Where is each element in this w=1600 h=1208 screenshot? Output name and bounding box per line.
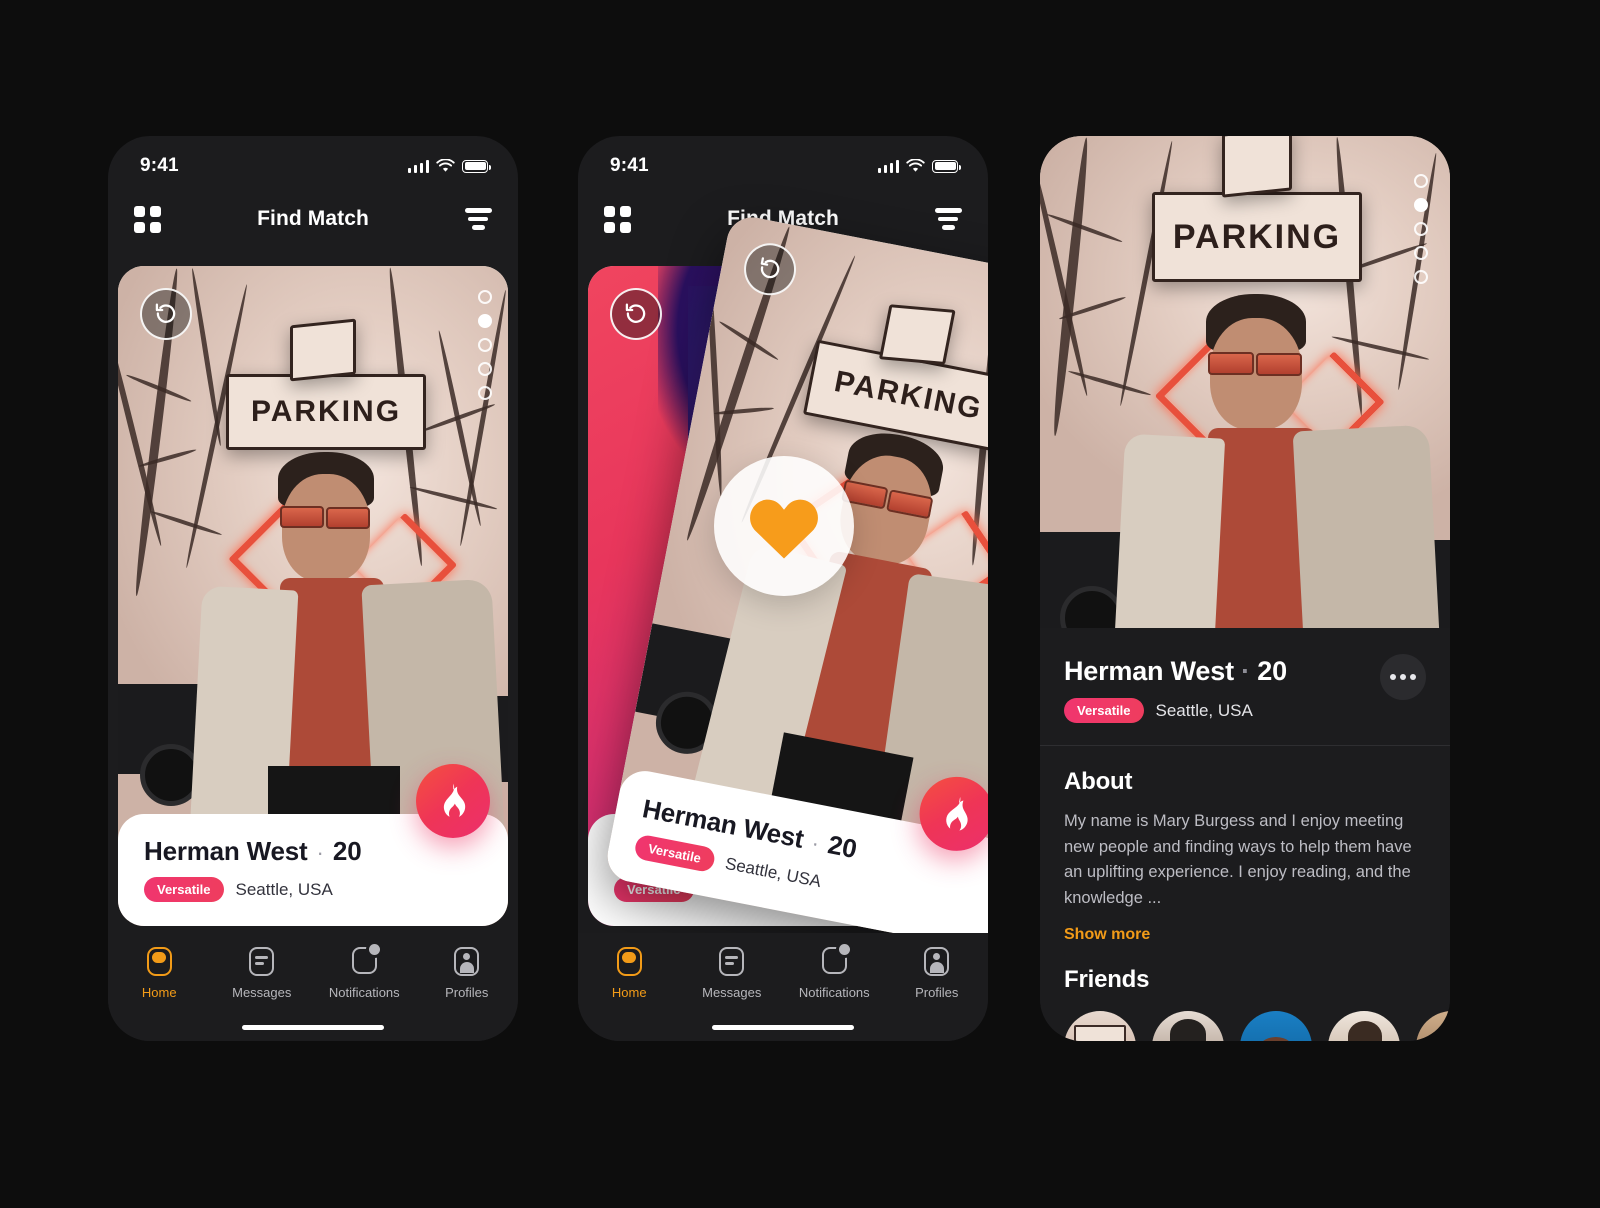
card-name-separator: · <box>316 840 324 865</box>
profile-meta-row: Versatile Seattle, USA <box>1064 698 1426 723</box>
like-flame-button[interactable] <box>416 764 490 838</box>
photo-page-dots[interactable] <box>478 290 492 400</box>
avatar[interactable] <box>1416 1011 1450 1041</box>
friends-title: Friends <box>1064 966 1150 994</box>
bottom-tab-bar: Home Messages Notifications Profiles <box>578 933 988 1041</box>
card-profile-name: Herman West <box>144 836 308 866</box>
home-icon <box>616 947 642 976</box>
tab-messages-label: Messages <box>232 985 292 1000</box>
notifications-icon <box>351 944 380 974</box>
status-badge: Versatile <box>1064 698 1144 723</box>
filter-icon[interactable] <box>464 208 492 230</box>
card-name-separator-dragged: · <box>809 830 822 856</box>
home-icon <box>146 947 172 976</box>
tab-messages[interactable]: Messages <box>681 947 784 1000</box>
tab-profiles-label: Profiles <box>445 985 489 1000</box>
avatar[interactable] <box>1152 1011 1224 1041</box>
phone-screen-profile-detail: PARKING Herman West · 20 Versatile Seatt… <box>1040 136 1450 1041</box>
card-name-row: Herman West · 20 <box>144 836 482 867</box>
tab-notifications[interactable]: Notifications <box>783 944 886 1000</box>
tab-messages[interactable]: Messages <box>211 947 314 1000</box>
phone-screen-swipe-action: 9:41 Find Match Versatile PARKING Herman… <box>578 136 988 1041</box>
rewind-arrow-glyph <box>155 303 176 323</box>
profile-hero-photo: PARKING <box>1040 136 1450 628</box>
notifications-icon <box>821 944 850 974</box>
tab-home[interactable]: Home <box>578 947 681 1000</box>
about-section: About My name is Mary Burgess and I enjo… <box>1040 746 1450 944</box>
tab-notifications[interactable]: Notifications <box>313 944 416 1000</box>
battery-icon <box>932 159 961 173</box>
tab-notifications-label: Notifications <box>328 985 400 1000</box>
show-more-link[interactable]: Show more <box>1064 926 1426 944</box>
profile-name-separator: · <box>1241 656 1250 686</box>
profile-location: Seattle, USA <box>1155 700 1253 720</box>
tab-messages-label: Messages <box>702 985 762 1000</box>
cellular-signal-icon <box>877 159 899 173</box>
flame-icon <box>443 783 466 817</box>
friends-avatar-row[interactable] <box>1040 1011 1450 1041</box>
avatar[interactable] <box>1240 1011 1312 1041</box>
profile-card[interactable]: PARKING Herman West · 20 Versatile Seatt… <box>118 266 508 926</box>
page-title: Find Match <box>257 207 369 230</box>
profile-detail-body: Herman West · 20 Versatile Seattle, USA … <box>1040 628 1450 1041</box>
tab-home[interactable]: Home <box>108 947 211 1000</box>
grid-menu-icon[interactable] <box>604 205 631 233</box>
card-profile-age-dragged: 20 <box>825 829 860 865</box>
status-bar: 9:41 <box>108 136 518 188</box>
avatar[interactable] <box>1328 1011 1400 1041</box>
more-options-button[interactable] <box>1380 654 1426 700</box>
status-time: 9:41 <box>610 155 649 176</box>
status-time: 9:41 <box>140 155 179 176</box>
messages-icon <box>719 947 745 976</box>
status-indicators <box>407 159 491 173</box>
rewind-icon[interactable] <box>610 288 662 340</box>
about-text: My name is Mary Burgess and I enjoy meet… <box>1064 812 1412 907</box>
home-indicator <box>712 1025 854 1030</box>
profile-name-age: Herman West · 20 <box>1064 656 1426 687</box>
grid-menu-icon[interactable] <box>134 205 161 233</box>
profiles-icon <box>924 947 950 976</box>
app-header: Find Match <box>108 188 518 250</box>
avatar[interactable] <box>1064 1011 1136 1041</box>
phone-screen-find-match: 9:41 Find Match PARKING Herman West · 20… <box>108 136 518 1041</box>
tab-home-label: Home <box>611 985 647 1000</box>
messages-icon <box>249 947 275 976</box>
friends-section: Friends <box>1040 944 1450 994</box>
home-indicator <box>242 1025 384 1030</box>
tab-profiles-label: Profiles <box>915 985 959 1000</box>
mockup-canvas: 9:41 Find Match PARKING Herman West · 20… <box>0 0 1600 1208</box>
status-badge: Versatile <box>144 877 224 902</box>
heart-icon <box>750 499 818 559</box>
rewind-arrow-glyph <box>625 303 646 323</box>
about-title: About <box>1064 768 1133 795</box>
photo-page-dots[interactable] <box>1414 174 1428 284</box>
flame-icon <box>946 796 968 831</box>
tab-notifications-label: Notifications <box>798 985 870 1000</box>
card-location: Seattle, USA <box>235 879 333 899</box>
filter-icon[interactable] <box>934 208 962 230</box>
like-heart-overlay <box>714 456 854 596</box>
tab-home-label: Home <box>141 985 177 1000</box>
card-location-dragged: Seattle, USA <box>723 853 823 891</box>
tab-profiles[interactable]: Profiles <box>416 947 519 1000</box>
rewind-arrow-glyph <box>760 257 780 279</box>
cellular-signal-icon <box>407 159 429 173</box>
status-badge-dragged: Versatile <box>633 833 717 874</box>
tab-profiles[interactable]: Profiles <box>886 947 989 1000</box>
profiles-icon <box>454 947 480 976</box>
card-meta-row: Versatile Seattle, USA <box>144 877 482 902</box>
wifi-icon <box>906 159 925 172</box>
profile-name: Herman West <box>1064 656 1234 686</box>
profile-age: 20 <box>1257 656 1287 686</box>
bottom-tab-bar: Home Messages Notifications Profiles <box>108 933 518 1041</box>
rewind-icon[interactable] <box>140 288 192 340</box>
card-profile-age: 20 <box>332 836 362 866</box>
profile-header: Herman West · 20 Versatile Seattle, USA <box>1040 628 1450 745</box>
battery-icon <box>462 159 491 173</box>
status-bar: 9:41 <box>578 136 988 188</box>
status-indicators <box>877 159 961 173</box>
wifi-icon <box>436 159 455 172</box>
